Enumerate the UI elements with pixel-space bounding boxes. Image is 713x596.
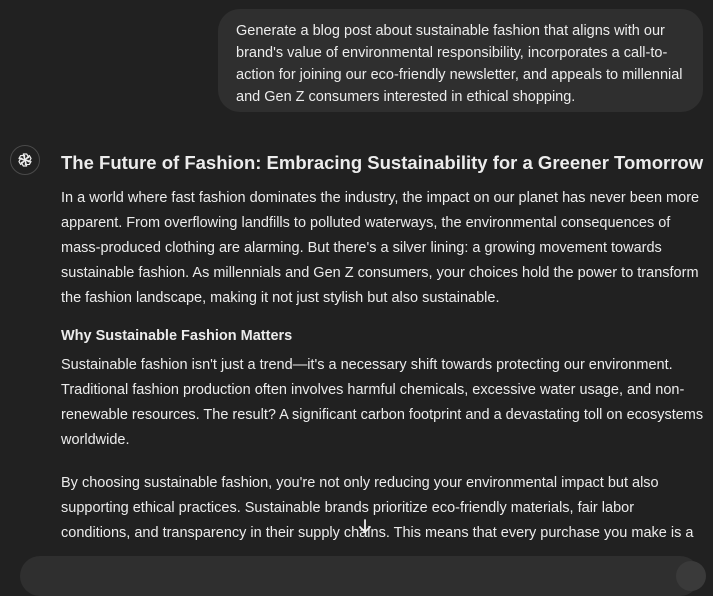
user-message-text: Generate a blog post about sustainable f… <box>236 23 683 105</box>
section-heading: Why Sustainable Fashion Matters <box>61 328 293 344</box>
user-message-bubble: Generate a blog post about sustainable f… <box>218 9 703 112</box>
section-paragraph: Sustainable fashion isn't just a trend—i… <box>61 357 704 448</box>
response-title: The Future of Fashion: Embracing Sustain… <box>61 152 704 173</box>
composer-action-button[interactable] <box>676 561 706 591</box>
arrow-down-icon <box>359 519 371 533</box>
assistant-response: The Future of Fashion: Embracing Sustain… <box>61 150 706 546</box>
scroll-to-bottom-button[interactable] <box>351 512 379 540</box>
openai-logo-icon <box>10 145 40 175</box>
message-composer[interactable] <box>20 556 700 596</box>
intro-paragraph: In a world where fast fashion dominates … <box>61 190 700 306</box>
section-paragraph: By choosing sustainable fashion, you're … <box>61 475 694 541</box>
